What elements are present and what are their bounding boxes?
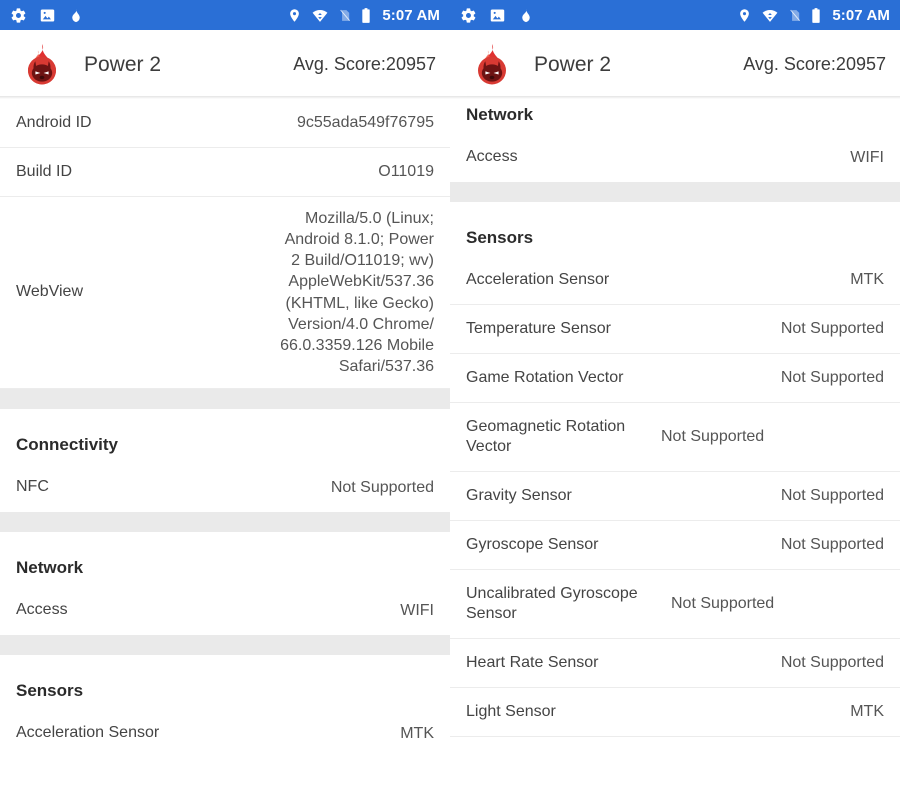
left-info-list[interactable]: Android ID 9c55ada549f76795 Build ID O11… — [0, 99, 450, 758]
row-value: MTK — [850, 703, 884, 721]
row-label: WebView — [16, 283, 83, 301]
row-value: Not Supported — [780, 369, 884, 387]
section-divider — [0, 512, 450, 532]
row-value: WIFI — [400, 601, 434, 619]
section-heading-sensors: Sensors — [0, 655, 450, 709]
photo-icon — [489, 7, 506, 24]
section-heading-network: Network — [450, 99, 900, 133]
antutu-flame-logo-icon — [18, 41, 66, 89]
app-bar: Power 2 Avg. Score:20957 — [0, 30, 450, 99]
row-value: WIFI — [850, 148, 884, 166]
row-label: Android ID — [16, 113, 92, 131]
right-info-list[interactable]: Network Access WIFI Sensors Acceleration… — [450, 99, 900, 737]
table-row[interactable]: Acceleration Sensor MTK — [450, 256, 900, 305]
app-bar: Power 2 Avg. Score:20957 — [450, 30, 900, 99]
left-screenshot-panel: 5:07 AM Power 2 Avg. Score:20957 Android… — [0, 0, 450, 801]
row-value: Not Supported — [661, 428, 765, 446]
row-label: Access — [466, 148, 518, 166]
right-screenshot-panel: 5:07 AM Power 2 Avg. Score:20957 Network… — [450, 0, 900, 801]
row-label: Acceleration Sensor — [466, 270, 610, 288]
row-label: NFC — [16, 478, 49, 496]
row-label: Gravity Sensor — [466, 486, 572, 504]
row-value: MTK — [850, 271, 884, 289]
row-label: Gyroscope Sensor — [466, 535, 599, 553]
row-value: Not Supported — [780, 487, 884, 505]
status-bar-clock: 5:07 AM — [382, 6, 440, 24]
table-row[interactable]: Geomagnetic Rotation Vector Not Supporte… — [450, 403, 900, 472]
table-row[interactable]: Light Sensor MTK — [450, 688, 900, 737]
dual-screenshot-container: 5:07 AM Power 2 Avg. Score:20957 Android… — [0, 0, 900, 801]
status-bar-left-icons — [460, 7, 534, 24]
avg-score-label: Avg. Score:20957 — [293, 54, 436, 74]
table-row[interactable]: Temperature Sensor Not Supported — [450, 305, 900, 354]
table-row[interactable]: Access WIFI — [0, 586, 450, 635]
row-value: Not Supported — [780, 320, 884, 338]
flame-icon — [68, 7, 84, 24]
status-bar-right-icons: 5:07 AM — [287, 7, 440, 24]
table-row[interactable]: Gyroscope Sensor Not Supported — [450, 521, 900, 570]
avg-score-label: Avg. Score:20957 — [743, 54, 886, 74]
table-row[interactable]: Acceleration Sensor MTK — [0, 709, 450, 758]
location-pin-icon — [737, 7, 752, 24]
battery-icon — [811, 7, 821, 24]
row-value: 9c55ada549f76795 — [296, 114, 434, 132]
row-value: Not Supported — [330, 478, 434, 496]
row-label: Game Rotation Vector — [466, 368, 624, 386]
antutu-flame-logo-icon — [468, 41, 516, 89]
row-value: Mozilla/5.0 (Linux; Android 8.1.0; Power… — [280, 210, 434, 375]
flame-icon — [518, 7, 534, 24]
status-bar-right-icons: 5:07 AM — [737, 7, 890, 24]
row-label: Access — [16, 601, 68, 619]
row-label: Light Sensor — [466, 702, 556, 720]
row-label: Uncalibrated Gyroscope Sensor — [466, 584, 638, 622]
wifi-icon — [311, 7, 329, 24]
table-row[interactable]: Gravity Sensor Not Supported — [450, 472, 900, 521]
status-bar-left-icons — [10, 7, 84, 24]
gear-icon — [10, 7, 27, 24]
sim-card-off-icon — [338, 7, 352, 24]
row-value: Not Supported — [780, 654, 884, 672]
app-title: Power 2 — [84, 52, 162, 76]
table-row[interactable]: Access WIFI — [450, 133, 900, 182]
table-row[interactable]: Game Rotation Vector Not Supported — [450, 354, 900, 403]
status-bar: 5:07 AM — [450, 0, 900, 30]
row-value: O11019 — [378, 163, 434, 181]
section-divider — [0, 635, 450, 655]
status-bar-clock: 5:07 AM — [832, 6, 890, 24]
gear-icon — [460, 7, 477, 24]
app-title: Power 2 — [534, 52, 612, 76]
battery-icon — [361, 7, 371, 24]
photo-icon — [39, 7, 56, 24]
row-label: Heart Rate Sensor — [466, 653, 599, 671]
section-heading-connectivity: Connectivity — [0, 409, 450, 463]
section-heading-sensors: Sensors — [450, 202, 900, 256]
row-label: Acceleration Sensor — [16, 724, 160, 742]
sim-card-off-icon — [788, 7, 802, 24]
table-row[interactable]: NFC Not Supported — [0, 463, 450, 512]
row-value: MTK — [400, 724, 434, 742]
section-divider — [0, 389, 450, 409]
table-row[interactable]: Uncalibrated Gyroscope Sensor Not Suppor… — [450, 570, 900, 639]
table-row[interactable]: Build ID O11019 — [0, 148, 450, 197]
section-heading-network: Network — [0, 532, 450, 586]
section-divider — [450, 182, 900, 202]
wifi-icon — [761, 7, 779, 24]
table-row[interactable]: WebView Mozilla/5.0 (Linux; Android 8.1.… — [0, 197, 450, 389]
table-row[interactable]: Android ID 9c55ada549f76795 — [0, 99, 450, 148]
status-bar: 5:07 AM — [0, 0, 450, 30]
row-label: Build ID — [16, 162, 73, 180]
table-row[interactable]: Heart Rate Sensor Not Supported — [450, 639, 900, 688]
row-label: Geomagnetic Rotation Vector — [466, 417, 626, 455]
row-value: Not Supported — [780, 536, 884, 554]
row-value: Not Supported — [671, 595, 775, 613]
location-pin-icon — [287, 7, 302, 24]
row-label: Temperature Sensor — [466, 319, 611, 337]
